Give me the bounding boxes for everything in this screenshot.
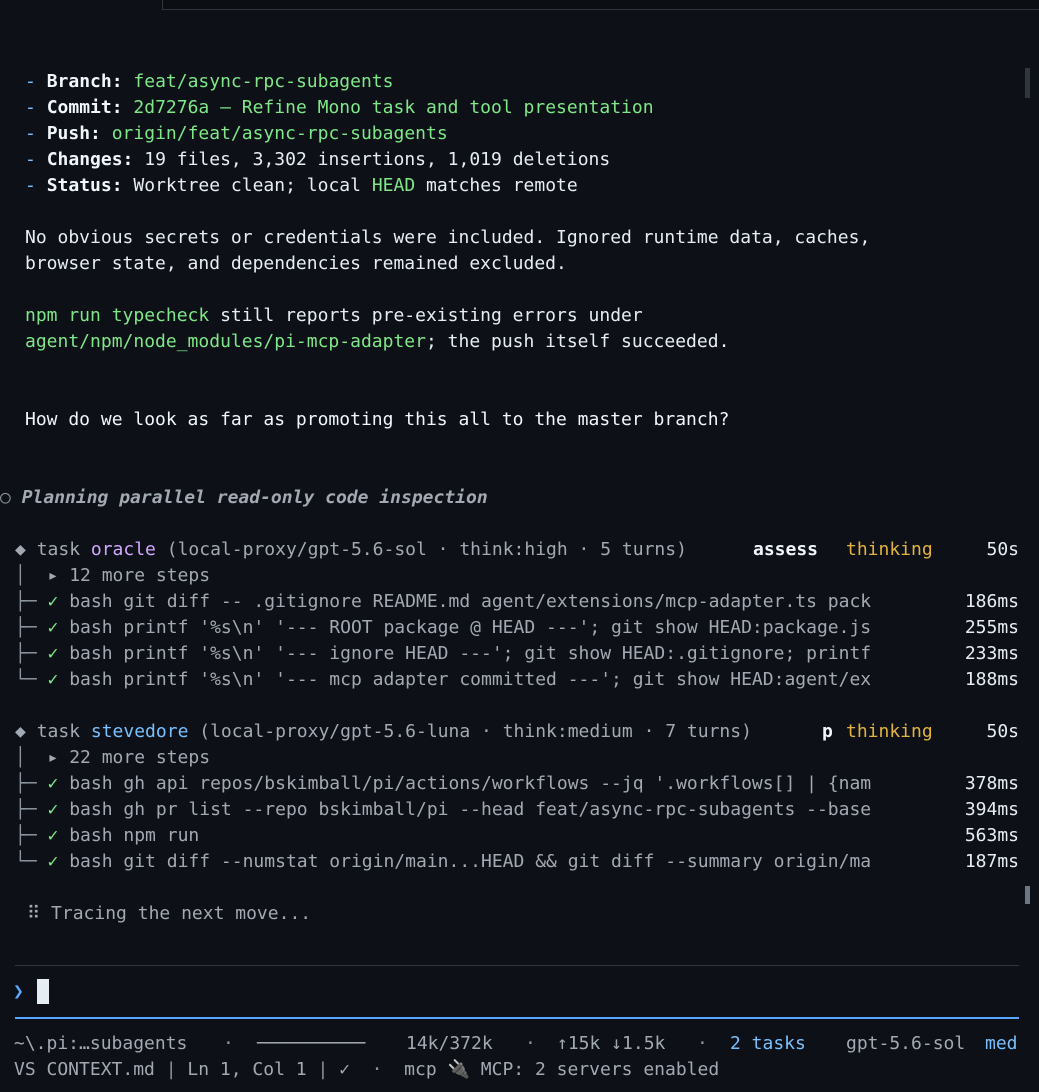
task-state: thinking (846, 721, 933, 742)
step-time: 394ms (964, 799, 1019, 820)
planning-circle-icon: ○ (0, 487, 22, 508)
scrollbar-track[interactable] (1025, 68, 1030, 98)
step-time: 187ms (964, 851, 1019, 872)
task-name: stevedore (90, 721, 189, 742)
summary-changes: - Changes: 19 files, 3,302 insertions, 1… (25, 149, 611, 170)
prompt-input[interactable] (37, 979, 49, 1004)
footer-position: Ln 1, Col 1 (187, 1059, 307, 1080)
task-header-oracle[interactable]: ◆ task oracle (local-proxy/gpt-5.6-sol ·… (15, 537, 687, 563)
step-time: 186ms (964, 591, 1019, 612)
check-icon: ✓ (47, 825, 70, 846)
footer-row-1: ~\.pi:…subagents (14, 1031, 187, 1057)
scrollbar-thumb[interactable] (1025, 886, 1030, 904)
step-time: 233ms (964, 643, 1019, 664)
step-row: └─ ✓ bash git diff --numstat origin/main… (15, 851, 872, 872)
changes-value: 19 files, 3,302 insertions, 1,019 deleti… (144, 149, 611, 170)
check-icon: ✓ (47, 851, 70, 872)
step-row: ├─ ✓ bash gh pr list --repo bskimball/pi… (15, 799, 872, 820)
task-state: thinking (846, 539, 933, 560)
prompt-top-divider (15, 965, 1019, 966)
prompt-chevron-icon: ❯ (13, 981, 24, 1002)
summary-commit: - Commit: 2d7276a — Refine Mono task and… (25, 97, 654, 118)
plug-icon: 🔌 (436, 1059, 481, 1080)
footer-row-2: VS CONTEXT.md | Ln 1, Col 1 | ✓ · mcp 🔌 … (14, 1059, 720, 1080)
planning-line: ○ Planning parallel read-only code inspe… (0, 487, 488, 508)
footer-model[interactable]: gpt-5.6-sol (846, 1031, 965, 1057)
bullet-dash: - (25, 97, 47, 118)
step-time: 255ms (964, 617, 1019, 638)
commit-value: 2d7276a — Refine Mono task and tool pres… (133, 97, 654, 118)
step-row: ├─ ✓ bash git diff -- .gitignore README.… (15, 591, 872, 612)
step-time: 378ms (964, 773, 1019, 794)
step-row: ├─ ✓ bash gh api repos/bskimball/pi/acti… (15, 773, 872, 794)
footer-path: ~\.pi:…subagents (14, 1033, 188, 1054)
step-row: ├─ ✓ bash npm run (15, 825, 200, 846)
footer-effort: med (985, 1033, 1018, 1054)
check-icon: ✓ (47, 643, 70, 664)
branch-value: feat/async-rpc-subagents (133, 71, 394, 92)
diamond-icon: ◆ (15, 721, 37, 742)
more-steps-stevedore[interactable]: │ ▸ 22 more steps (15, 745, 210, 771)
bullet-dash: - (25, 71, 47, 92)
summary-branch: - Branch: feat/async-rpc-subagents (25, 71, 394, 92)
footer-dot: · (525, 1033, 536, 1054)
footer-file: VS CONTEXT.md (14, 1059, 155, 1080)
footer-check-icon: ✓ (339, 1059, 350, 1080)
footer-io: ↑15k ↓1.5k (557, 1033, 666, 1054)
task-action: p (822, 721, 833, 742)
prompt-line: ❯ (13, 979, 24, 1005)
bullet-dash: - (25, 175, 47, 196)
prompt-bottom-divider (15, 1017, 1019, 1019)
task-elapsed: 50s (986, 539, 1019, 560)
task-name: oracle (90, 539, 156, 560)
diamond-icon: ◆ (15, 539, 37, 560)
typecheck-note-line2: agent/npm/node_modules/pi-mcp-adapter; t… (25, 331, 730, 352)
summary-status: - Status: Worktree clean; local HEAD mat… (25, 175, 578, 196)
bullet-dash: - (25, 149, 47, 170)
top-window-edge (162, 0, 1039, 10)
summary-push: - Push: origin/feat/async-rpc-subagents (25, 123, 448, 144)
step-time: 188ms (964, 669, 1019, 690)
step-row: └─ ✓ bash printf '%s\n' '--- mcp adapter… (15, 669, 872, 690)
typecheck-note-line1: npm run typecheck still reports pre-exis… (25, 305, 643, 326)
check-icon: ✓ (47, 799, 70, 820)
step-row: ├─ ✓ bash printf '%s\n' '--- ignore HEAD… (15, 643, 872, 664)
check-icon: ✓ (47, 773, 70, 794)
footer-tokens: 14k/372k (406, 1033, 493, 1054)
footer-rule: ────────── (257, 1033, 366, 1054)
footer-mcp-status: MCP: 2 servers enabled (480, 1059, 720, 1080)
check-icon: ✓ (47, 617, 70, 638)
footer-tasks[interactable]: 2 tasks (730, 1031, 806, 1057)
check-icon: ✓ (47, 669, 70, 690)
spinner-icon: ⠿ (27, 903, 52, 924)
user-message: How do we look as far as promoting this … (25, 409, 730, 430)
footer-dot: · (223, 1033, 234, 1054)
step-time: 563ms (964, 825, 1019, 846)
task-header-stevedore[interactable]: ◆ task stevedore (local-proxy/gpt-5.6-lu… (15, 719, 752, 745)
footer-dot: · (697, 1033, 708, 1054)
secrets-note-line2: browser state, and dependencies remained… (25, 253, 567, 274)
bullet-dash: - (25, 123, 47, 144)
working-status: ⠿ Tracing the next move... (27, 903, 312, 924)
check-icon: ✓ (47, 591, 70, 612)
task-elapsed: 50s (986, 721, 1019, 742)
push-value: origin/feat/async-rpc-subagents (111, 123, 448, 144)
step-row: ├─ ✓ bash printf '%s\n' '--- ROOT packag… (15, 617, 872, 638)
secrets-note-line1: No obvious secrets or credentials were i… (25, 227, 871, 248)
task-action: assess (753, 539, 819, 560)
more-steps-oracle[interactable]: │ ▸ 12 more steps (15, 563, 210, 589)
